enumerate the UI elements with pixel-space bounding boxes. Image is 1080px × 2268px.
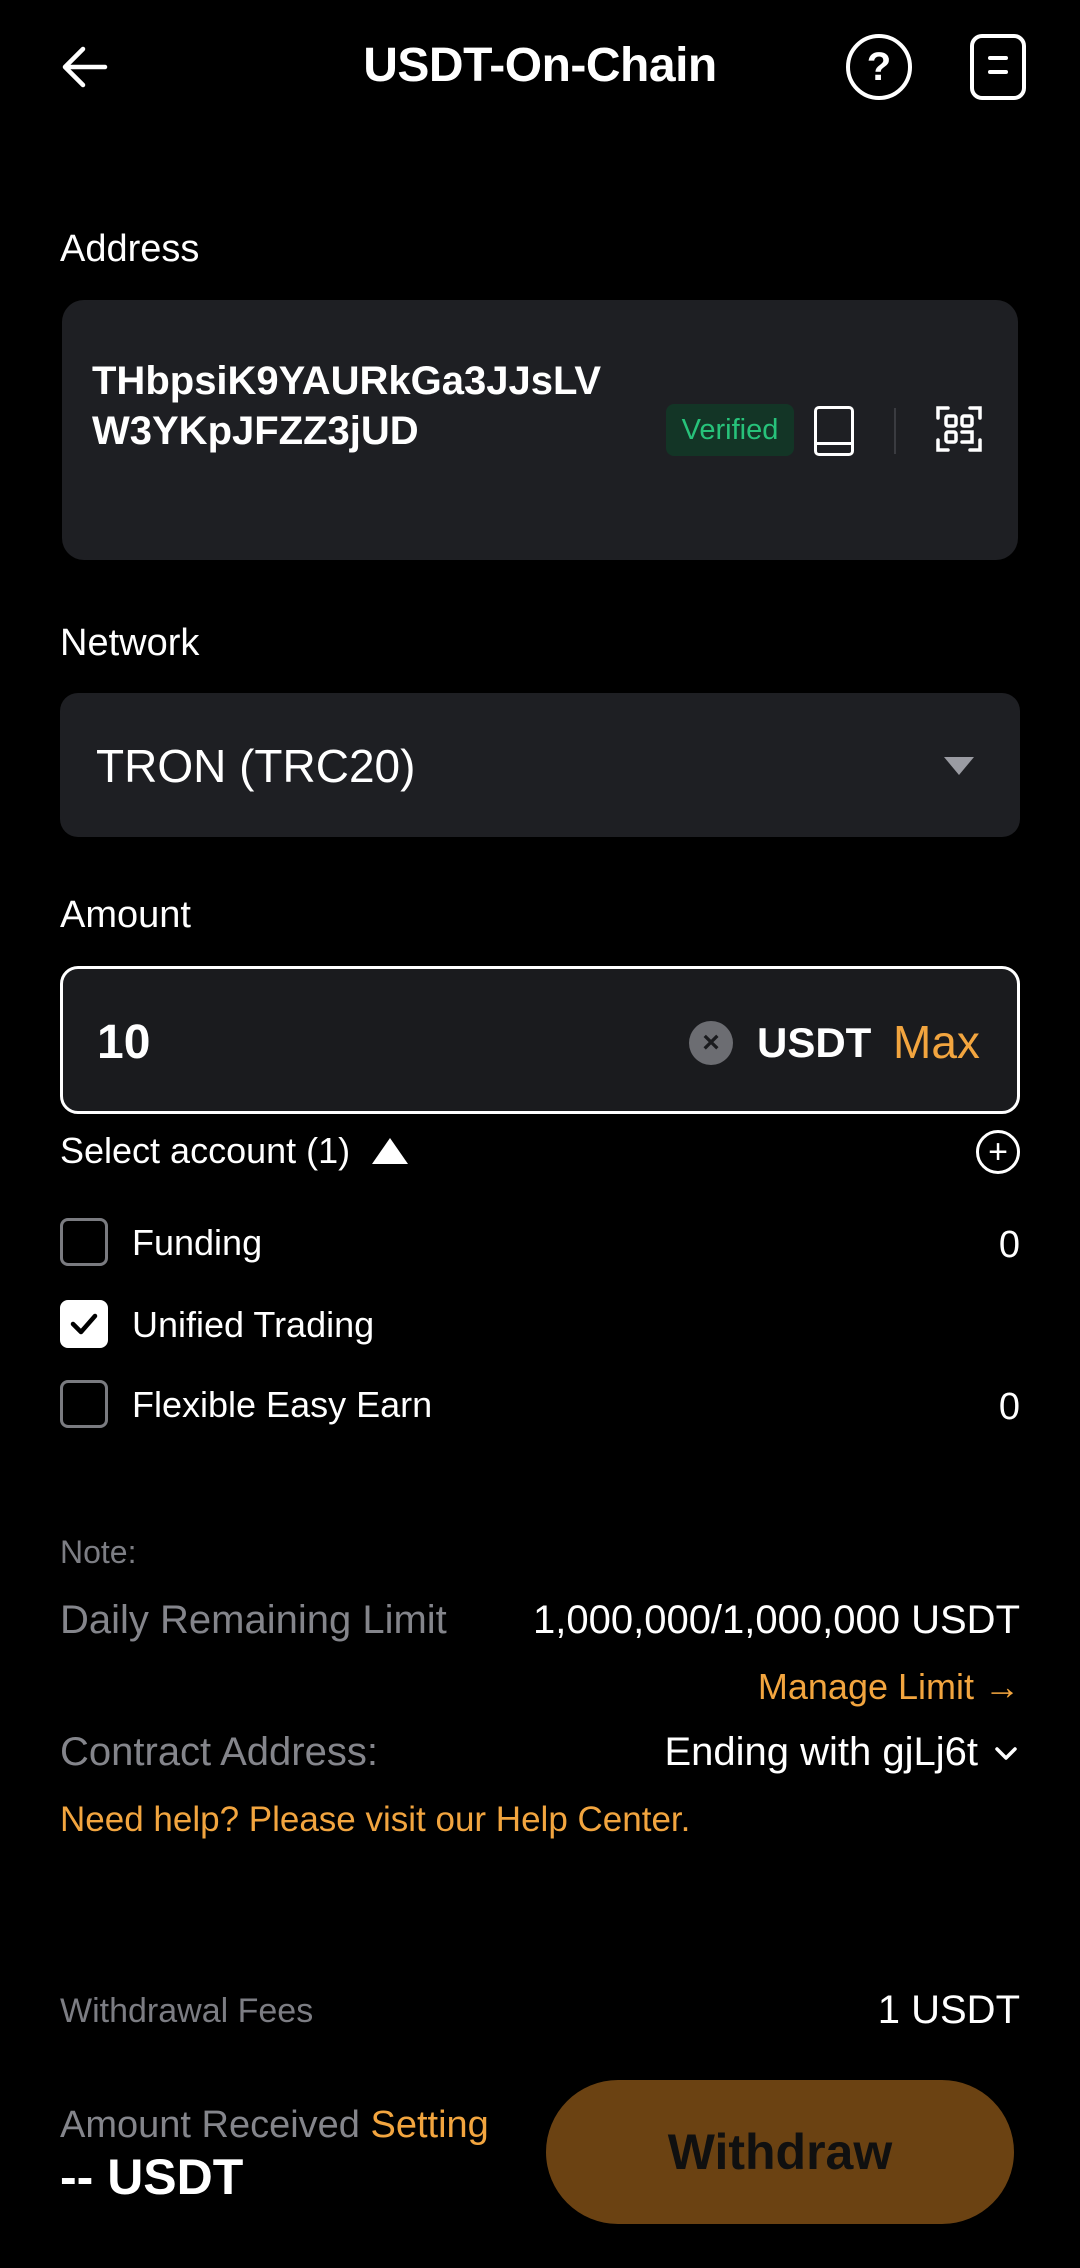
header: USDT-On-Chain ? [0, 0, 1080, 135]
amount-received-label: Amount Received Setting [60, 2104, 489, 2147]
daily-limit-label: Daily Remaining Limit [60, 1598, 447, 1642]
account-label: Funding [132, 1222, 263, 1263]
verified-badge: Verified [666, 404, 794, 456]
question-circle-icon: ? [866, 44, 892, 89]
funding-checkbox[interactable] [60, 1218, 108, 1266]
setting-link[interactable]: Setting [371, 2104, 489, 2146]
chevron-down-icon [995, 1746, 1017, 1760]
amount-received-value: -- USDT [60, 2149, 244, 2205]
address-field[interactable]: THbpsiK9YAURkGa3JJsLV W3YKpJFZZ3jUD Veri… [62, 300, 1018, 560]
clear-icon[interactable]: × [689, 1021, 733, 1065]
network-label: Network [60, 622, 200, 664]
account-label: Flexible Easy Earn [132, 1384, 433, 1425]
help-center-link[interactable]: Need help? Please visit our Help Center. [60, 1800, 690, 1840]
withdraw-page: USDT-On-Chain ? Address THbpsiK9YAURkGa3… [0, 0, 1080, 2268]
address-value: THbpsiK9YAURkGa3JJsLV W3YKpJFZZ3jUD [92, 356, 652, 456]
help-button[interactable]: ? [846, 34, 912, 100]
select-account-toggle[interactable]: Select account (1) [60, 1130, 409, 1172]
amount-label: Amount [60, 894, 191, 936]
account-row-flexible-easy-earn[interactable]: Flexible Easy Earn 0 [60, 1380, 1020, 1430]
manage-limit-link[interactable]: Manage Limit → [758, 1666, 1020, 1708]
checkmark-icon [70, 1313, 98, 1335]
account-row-funding[interactable]: Funding 0 [60, 1218, 1020, 1268]
caret-down-icon [944, 757, 974, 775]
withdraw-button[interactable]: Withdraw [546, 2080, 1014, 2224]
qr-scan-icon[interactable] [936, 406, 982, 452]
contract-address-value: Ending with gjLj6t [664, 1730, 978, 1774]
address-line-2: W3YKpJFZZ3jUD [92, 409, 419, 453]
amount-value: 10 [97, 1016, 151, 1069]
amount-received-text: Amount Received [60, 2104, 360, 2146]
account-row-unified-trading[interactable]: Unified Trading [60, 1300, 1020, 1350]
divider [894, 408, 896, 454]
max-button[interactable]: Max [893, 1015, 980, 1069]
contract-address-toggle[interactable]: Ending with gjLj6t [664, 1730, 1020, 1775]
address-label: Address [60, 228, 200, 270]
note-label: Note: [60, 1534, 137, 1570]
withdrawal-fees-value: 1 USDT [877, 1988, 1020, 2032]
records-button[interactable] [970, 34, 1026, 100]
amount-input[interactable]: 10 × USDT Max [60, 966, 1020, 1114]
daily-limit-value: 1,000,000/1,000,000 USDT [532, 1598, 1020, 1642]
address-book-icon[interactable] [814, 406, 854, 456]
withdrawal-fees-label: Withdrawal Fees [60, 1992, 314, 2030]
page-title: USDT-On-Chain [363, 39, 717, 92]
account-balance: 0 [998, 1224, 1020, 1266]
caret-up-icon [372, 1138, 409, 1164]
contract-address-label: Contract Address: [60, 1730, 378, 1774]
account-balance: 0 [998, 1386, 1020, 1428]
select-account-label: Select account (1) [60, 1130, 351, 1171]
flexible-easy-earn-checkbox[interactable] [60, 1380, 108, 1428]
unified-trading-checkbox[interactable] [60, 1300, 108, 1348]
account-label: Unified Trading [132, 1304, 375, 1345]
network-value: TRON (TRC20) [96, 740, 416, 792]
currency-label: USDT [757, 1019, 872, 1066]
network-select[interactable]: TRON (TRC20) [60, 693, 1020, 837]
add-account-icon[interactable]: + [976, 1130, 1020, 1174]
address-line-1: THbpsiK9YAURkGa3JJsLV [92, 359, 602, 403]
